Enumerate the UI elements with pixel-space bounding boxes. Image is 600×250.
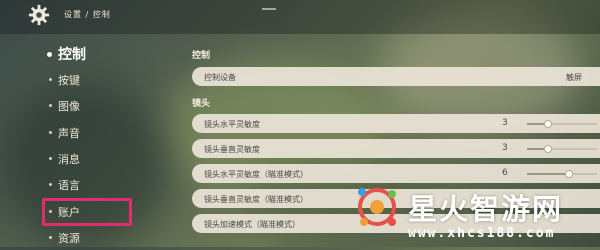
- setting-label: 镜头加速模式（瞄准模式）: [204, 220, 300, 229]
- bullet-icon: [49, 131, 52, 134]
- setting-value: 6: [502, 168, 508, 178]
- section-title-control: 控制: [192, 51, 211, 61]
- setting-row-camera-v-sensitivity[interactable]: 镜头垂直灵敏度 3: [192, 139, 600, 158]
- sidebar-item-resources[interactable]: 资源: [49, 230, 80, 246]
- sidebar-item-label: 消息: [58, 153, 80, 166]
- active-dot-icon: [47, 52, 52, 57]
- sidebar-item-label: 图像: [58, 100, 80, 113]
- setting-row-camera-h-sensitivity-aim[interactable]: 镜头水平灵敏度（瞄准模式） 6: [192, 164, 600, 183]
- sidebar-item-control[interactable]: 控制: [47, 44, 86, 64]
- sensitivity-slider[interactable]: [527, 145, 597, 153]
- sidebar-item-keys[interactable]: 按键: [49, 72, 80, 88]
- section-title-camera: 镜头: [192, 99, 211, 109]
- bullet-icon: [49, 183, 52, 186]
- sidebar-item-language[interactable]: 语言: [49, 177, 80, 193]
- account-highlight-box: [42, 198, 132, 226]
- sensitivity-slider[interactable]: [527, 170, 597, 178]
- sidebar-item-label: 按键: [58, 74, 80, 87]
- sidebar-item-label: 声音: [58, 127, 80, 140]
- bullet-icon: [49, 236, 52, 239]
- slider-fill: [527, 173, 569, 175]
- setting-label: 镜头水平灵敏度（瞄准模式）: [204, 170, 308, 179]
- header-bar: 设置 / 控制: [0, 0, 600, 34]
- setting-value: 3: [502, 118, 508, 128]
- gear-icon[interactable]: [28, 4, 50, 26]
- bullet-icon: [49, 78, 52, 81]
- breadcrumb: 设置 / 控制: [64, 10, 111, 19]
- setting-value: 3: [502, 143, 508, 153]
- setting-label: 镜头垂直灵敏度（瞄准模式）: [204, 195, 308, 204]
- watermark-url: www.xhcs188.com: [408, 226, 556, 241]
- site-watermark: 星火智游网 www.xhcs188.com: [352, 182, 600, 247]
- watermark-logo: [358, 188, 396, 226]
- divider: [262, 8, 276, 10]
- setting-row-control-device[interactable]: 控制设备 触屏: [192, 67, 600, 86]
- setting-label: 镜头水平灵敏度: [204, 120, 260, 129]
- sidebar-item-messages[interactable]: 消息: [49, 151, 80, 167]
- sidebar-item-graphics[interactable]: 图像: [49, 98, 80, 114]
- slider-knob[interactable]: [544, 120, 552, 128]
- bullet-icon: [49, 157, 52, 160]
- sensitivity-slider[interactable]: [527, 120, 597, 128]
- sidebar-item-label: 语言: [58, 179, 80, 192]
- setting-value: 触屏: [566, 73, 582, 82]
- watermark-text: 星火智游网: [408, 192, 564, 226]
- slider-knob[interactable]: [565, 170, 573, 178]
- sidebar-item-label: 资源: [58, 232, 80, 245]
- bullet-icon: [49, 104, 52, 107]
- setting-label: 控制设备: [204, 73, 236, 82]
- sidebar-item-audio[interactable]: 声音: [49, 125, 80, 141]
- setting-label: 镜头垂直灵敏度: [204, 145, 260, 154]
- slider-knob[interactable]: [544, 145, 552, 153]
- setting-row-camera-h-sensitivity[interactable]: 镜头水平灵敏度 3: [192, 114, 600, 133]
- sidebar-item-label: 控制: [58, 47, 86, 63]
